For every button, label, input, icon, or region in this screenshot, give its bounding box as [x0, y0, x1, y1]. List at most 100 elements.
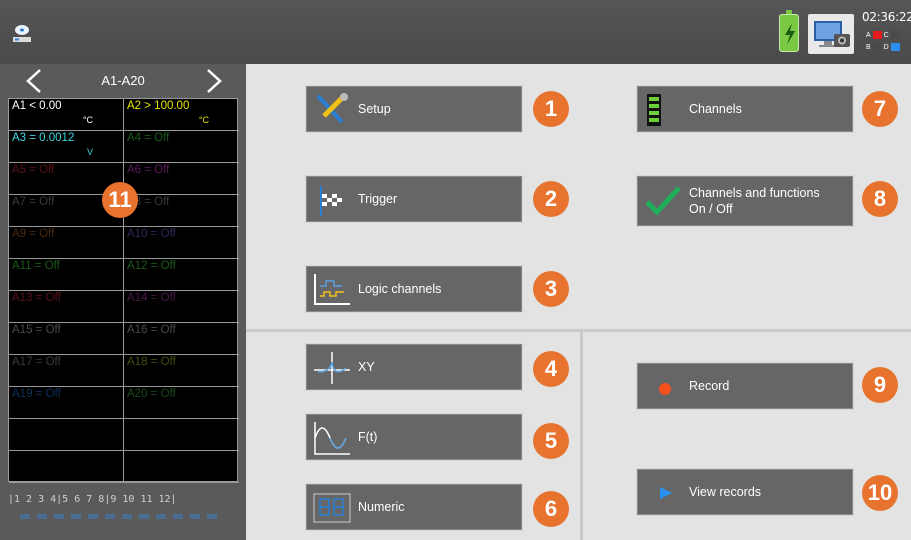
page-dot	[88, 514, 98, 519]
setup-button[interactable]: Setup	[305, 85, 523, 133]
xy-button[interactable]: XY	[305, 343, 523, 391]
channel-legend: A C B D	[866, 30, 902, 54]
callout-7: 7	[862, 91, 898, 127]
page-dot	[156, 514, 166, 519]
channel-cell[interactable]: A1 < 0.00 °C	[9, 99, 124, 131]
logic-channels-button[interactable]: Logic channels	[305, 265, 523, 313]
channels-functions-label: Channels and functions	[689, 186, 820, 200]
channel-value: A19 = Off	[12, 388, 61, 400]
channel-cell[interactable]: A6 = Off	[124, 163, 239, 195]
channel-value: A16 = Off	[127, 324, 176, 336]
channel-cell[interactable]: A18 = Off	[124, 355, 239, 387]
legend-d: D	[883, 44, 889, 51]
top-bar: 02:36:22 A C B D	[0, 0, 911, 64]
channel-value: A20 = Off	[127, 388, 176, 400]
channel-unit: V	[86, 147, 93, 157]
checkmark-icon	[645, 186, 681, 216]
legend-a: A	[866, 32, 871, 39]
logic-channels-label: Logic channels	[358, 282, 442, 296]
channel-unit: °C	[198, 115, 209, 125]
channel-cell[interactable]: A10 = Off	[124, 227, 239, 259]
channel-value: A14 = Off	[127, 292, 176, 304]
channel-value: A11 = Off	[12, 260, 60, 272]
numeric-button[interactable]: Numeric	[305, 483, 523, 531]
channel-value: A6 = Off	[127, 164, 170, 176]
channel-value: A4 = Off	[127, 132, 170, 144]
chevron-right-icon[interactable]	[204, 68, 224, 94]
channel-unit: °C	[82, 115, 93, 125]
channel-value: A13 = Off	[12, 292, 61, 304]
channel-value: A17 = Off	[12, 356, 61, 368]
channel-cell[interactable]	[124, 419, 239, 451]
trigger-button[interactable]: Trigger	[305, 175, 523, 223]
channel-cell[interactable]: A3 = 0.0012 V	[9, 131, 124, 163]
trigger-label: Trigger	[358, 192, 398, 206]
divider-horizontal	[246, 329, 911, 332]
callout-11: 11	[102, 182, 138, 218]
callout-2: 2	[533, 181, 569, 217]
page-dot	[190, 514, 200, 519]
channels-functions-toggle-button[interactable]: Channels and functions On / Off	[636, 175, 854, 227]
callout-10: 10	[862, 475, 898, 511]
channel-cell[interactable]: A12 = Off	[124, 259, 239, 291]
channel-cell[interactable]	[124, 451, 239, 483]
channel-value: A12 = Off	[127, 260, 176, 272]
legend-b: B	[866, 44, 871, 51]
channel-cell[interactable]: A13 = Off	[9, 291, 124, 323]
channel-value: A5 = Off	[12, 164, 55, 176]
channel-cell[interactable]: A17 = Off	[9, 355, 124, 387]
callout-3: 3	[533, 271, 569, 307]
channel-value: A15 = Off	[12, 324, 61, 336]
record-label: Record	[689, 379, 730, 393]
record-dot-icon	[659, 383, 671, 395]
channel-cell[interactable]: A9 = Off	[9, 227, 124, 259]
channel-value: A9 = Off	[12, 228, 55, 240]
callout-6: 6	[533, 491, 569, 527]
xy-plot-icon	[314, 352, 350, 384]
channel-value: A10 = Off	[127, 228, 176, 240]
channel-cell[interactable]	[9, 419, 124, 451]
callout-5: 5	[533, 423, 569, 459]
channels-button[interactable]: Channels	[636, 85, 854, 133]
screenshot-icon[interactable]	[808, 14, 854, 54]
record-button[interactable]: Record	[636, 362, 854, 410]
sine-wave-icon	[314, 422, 350, 455]
view-records-label: View records	[689, 485, 762, 499]
trigger-flag-icon	[320, 186, 342, 216]
channel-cell[interactable]: A8 = Off	[124, 195, 239, 227]
channel-cell[interactable]: A11 = Off	[9, 259, 124, 291]
divider-vertical	[580, 332, 583, 540]
channel-cell[interactable]	[9, 451, 124, 483]
channel-range-nav: A1-A20	[0, 64, 246, 98]
legend-blue-swatch	[890, 43, 900, 52]
setup-label: Setup	[358, 102, 391, 116]
clock: 02:36:22	[862, 10, 911, 24]
battery-charging-icon	[779, 10, 799, 52]
channel-cell[interactable]: A4 = Off	[124, 131, 239, 163]
channels-panel: A1-A20 A1 < 0.00 °C A2 > 100.00 °C A3 = 0.00…	[0, 64, 246, 540]
play-icon	[660, 487, 672, 499]
callout-1: 1	[533, 91, 569, 127]
callout-9: 9	[862, 367, 898, 403]
legend-red-swatch	[872, 31, 882, 40]
channel-cell[interactable]: A14 = Off	[124, 291, 239, 323]
page-dot	[37, 514, 47, 519]
channel-cell[interactable]: A16 = Off	[124, 323, 239, 355]
page-dot	[54, 514, 64, 519]
view-records-button[interactable]: View records	[636, 468, 854, 516]
page-dot	[122, 514, 132, 519]
channel-cell[interactable]: A19 = Off	[9, 387, 124, 419]
tools-icon	[316, 93, 348, 124]
numeric-label: Numeric	[358, 500, 405, 514]
page-selector[interactable]: |1 2 3 4|5 6 7 8|9 10 11 12|	[8, 494, 238, 510]
on-off-label: On / Off	[689, 202, 733, 216]
ft-button[interactable]: F(t)	[305, 413, 523, 461]
channel-cell[interactable]: A15 = Off	[9, 323, 124, 355]
page-dot	[173, 514, 183, 519]
page-indicator	[20, 514, 230, 520]
channel-cell[interactable]: A20 = Off	[124, 387, 239, 419]
channel-value: A18 = Off	[127, 356, 176, 368]
disk-drive-icon[interactable]	[10, 22, 34, 46]
channel-value: A1 < 0.00	[12, 100, 62, 112]
channel-cell[interactable]: A2 > 100.00 °C	[124, 99, 239, 131]
